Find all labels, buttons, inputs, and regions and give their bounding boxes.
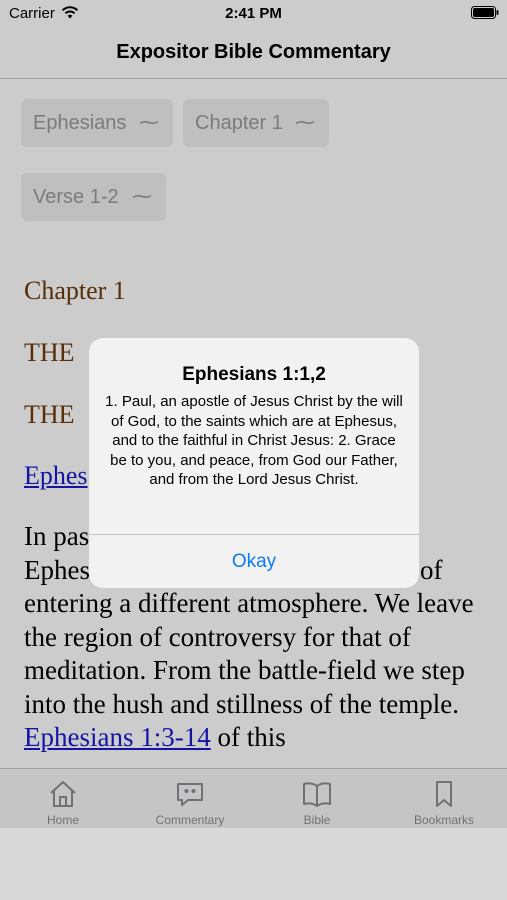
app-screen: Carrier 2:41 PM Expositor Bible Commenta… bbox=[0, 0, 507, 828]
verse-alert-dialog: Ephesians 1:1,2 1. Paul, an apostle of J… bbox=[89, 338, 419, 588]
alert-title: Ephesians 1:1,2 bbox=[182, 364, 326, 385]
alert-message: 1. Paul, an apostle of Jesus Christ by t… bbox=[105, 393, 403, 489]
okay-button[interactable]: Okay bbox=[89, 535, 419, 588]
